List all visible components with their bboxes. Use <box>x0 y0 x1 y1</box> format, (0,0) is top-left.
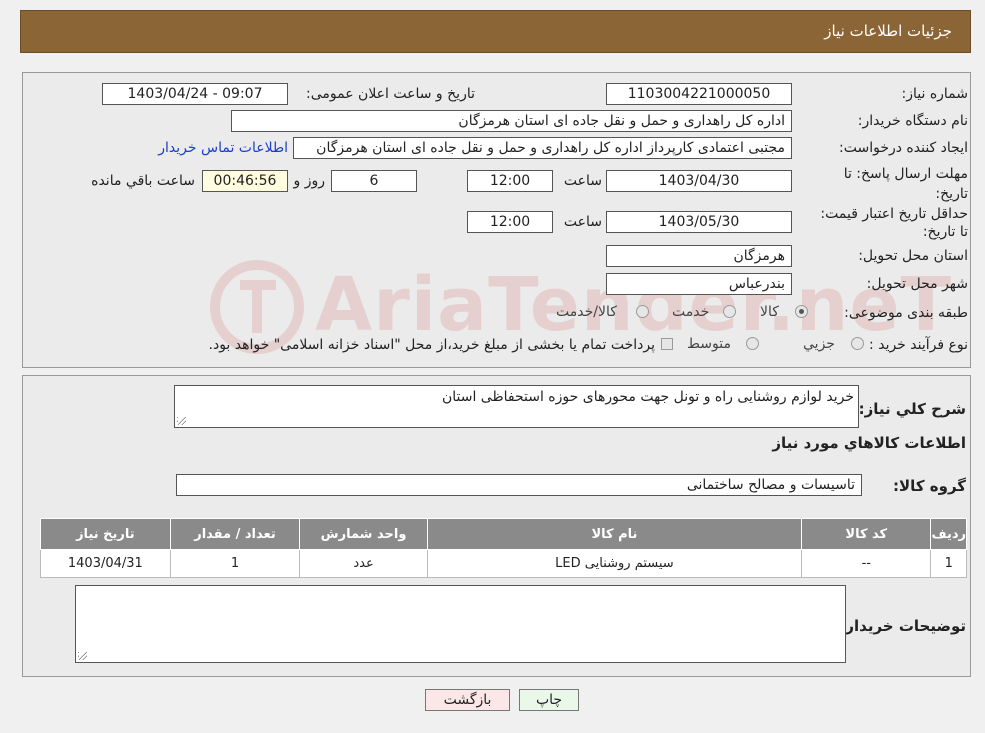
cell-unit: عدد <box>299 549 428 578</box>
description-label: شرح کلي نياز: <box>858 400 966 418</box>
description-box: خرید لوازم روشنایی راه و تونل جهت محورها… <box>174 385 859 428</box>
cell-quantity: 1 <box>169 549 301 578</box>
goods-table-header-row: رديف کد کالا نام کالا واحد شمارش تعداد /… <box>40 518 967 550</box>
table-row: 1 -- سیستم روشنایی LED عدد 1 1403/04/31 <box>40 549 967 578</box>
purchase-minor-label: جزیي <box>803 336 835 352</box>
purchase-medium-label: متوسط <box>687 336 731 352</box>
treasury-note: پرداخت تمام یا بخشی از مبلغ خرید،از محل … <box>208 337 655 353</box>
city-field: بندرعباس <box>606 273 792 295</box>
cell-need-date: 1403/04/31 <box>40 549 171 578</box>
need-number-field: 1103004221000050 <box>606 83 792 105</box>
treasury-checkbox[interactable] <box>661 338 673 350</box>
col-need-date: تاريخ نياز <box>40 518 171 550</box>
validity-time-label: ساعت <box>563 214 602 230</box>
resize-grip-icon[interactable] <box>78 652 87 660</box>
province-label: استان محل تحویل: <box>858 248 968 264</box>
validity-time-field: 12:00 <box>467 211 553 233</box>
category-service-radio[interactable] <box>723 305 736 318</box>
validity-label: حداقل تاریخ اعتبار قیمت: تا تاریخ: <box>820 206 968 240</box>
buyer-notes-box[interactable] <box>75 585 846 663</box>
deadline-days-field: 6 <box>331 170 417 192</box>
goods-table: رديف کد کالا نام کالا واحد شمارش تعداد /… <box>40 518 967 578</box>
province-field: هرمزگان <box>606 245 792 267</box>
purchase-minor-radio[interactable] <box>851 337 864 350</box>
col-goods-name: نام کالا <box>426 518 803 550</box>
requester-field: مجتبی اعتمادی کارپرداز اداره کل راهداری … <box>293 137 792 159</box>
deadline-label: مهلت ارسال پاسخ: تا تاریخ: <box>843 166 968 202</box>
buyer-contact-link[interactable]: اطلاعات تماس خریدار <box>158 140 288 156</box>
remaining-time-label: ساعت باقي مانده <box>91 173 195 189</box>
deadline-time-label: ساعت <box>563 173 602 189</box>
announce-label: تاریخ و ساعت اعلان عمومی: <box>306 86 475 102</box>
col-quantity: تعداد / مقدار <box>169 518 301 550</box>
goods-group-label: گروه کالا: <box>893 477 966 495</box>
resize-grip-icon[interactable] <box>177 417 186 425</box>
deadline-time-field: 12:00 <box>467 170 553 192</box>
purchase-medium-radio[interactable] <box>746 337 759 350</box>
validity-date-field: 1403/05/30 <box>606 211 792 233</box>
remaining-time-field: 00:46:56 <box>202 170 288 192</box>
deadline-days-label: روز و <box>293 173 326 189</box>
buyer-notes-label: توضيحات خريدار: <box>839 617 966 635</box>
col-goods-code: کد کالا <box>801 518 932 550</box>
col-row-number: رديف <box>930 518 967 550</box>
announce-field: 1403/04/24 - 09:07 <box>102 83 288 105</box>
category-service-label: خدمت <box>672 304 710 320</box>
buyer-org-field: اداره کل راهداری و حمل و نقل جاده ای است… <box>231 110 792 132</box>
category-goods-service-label: کالا/خدمت <box>556 304 617 320</box>
category-goods-label: کالا <box>760 304 779 320</box>
goods-info-title: اطلاعات کالاهاي مورد نياز <box>772 434 966 452</box>
category-goods-radio[interactable] <box>795 305 808 318</box>
deadline-date-field: 1403/04/30 <box>606 170 792 192</box>
cell-goods-code: -- <box>801 549 932 578</box>
page-header: جزئیات اطلاعات نیاز <box>20 10 971 53</box>
need-number-label: شماره نیاز: <box>901 86 969 102</box>
back-button[interactable]: بازگشت <box>425 689 510 711</box>
print-button[interactable]: چاپ <box>519 689 579 711</box>
purchase-type-label: نوع فرآیند خرید : <box>869 337 968 353</box>
cell-goods-name: سیستم روشنایی LED <box>426 549 803 578</box>
goods-group-field: تاسیسات و مصالح ساختمانی <box>176 474 862 496</box>
requester-label: ایجاد کننده درخواست: <box>839 140 968 156</box>
category-goods-service-radio[interactable] <box>636 305 649 318</box>
category-label: طبقه بندی موضوعی: <box>844 305 968 321</box>
page-title: جزئیات اطلاعات نیاز <box>824 22 952 40</box>
description-text: خرید لوازم روشنایی راه و تونل جهت محورها… <box>441 389 854 405</box>
col-unit: واحد شمارش <box>299 518 428 550</box>
cell-row-number: 1 <box>930 549 967 578</box>
city-label: شهر محل تحویل: <box>866 276 968 292</box>
buyer-org-label: نام دستگاه خریدار: <box>857 113 968 129</box>
